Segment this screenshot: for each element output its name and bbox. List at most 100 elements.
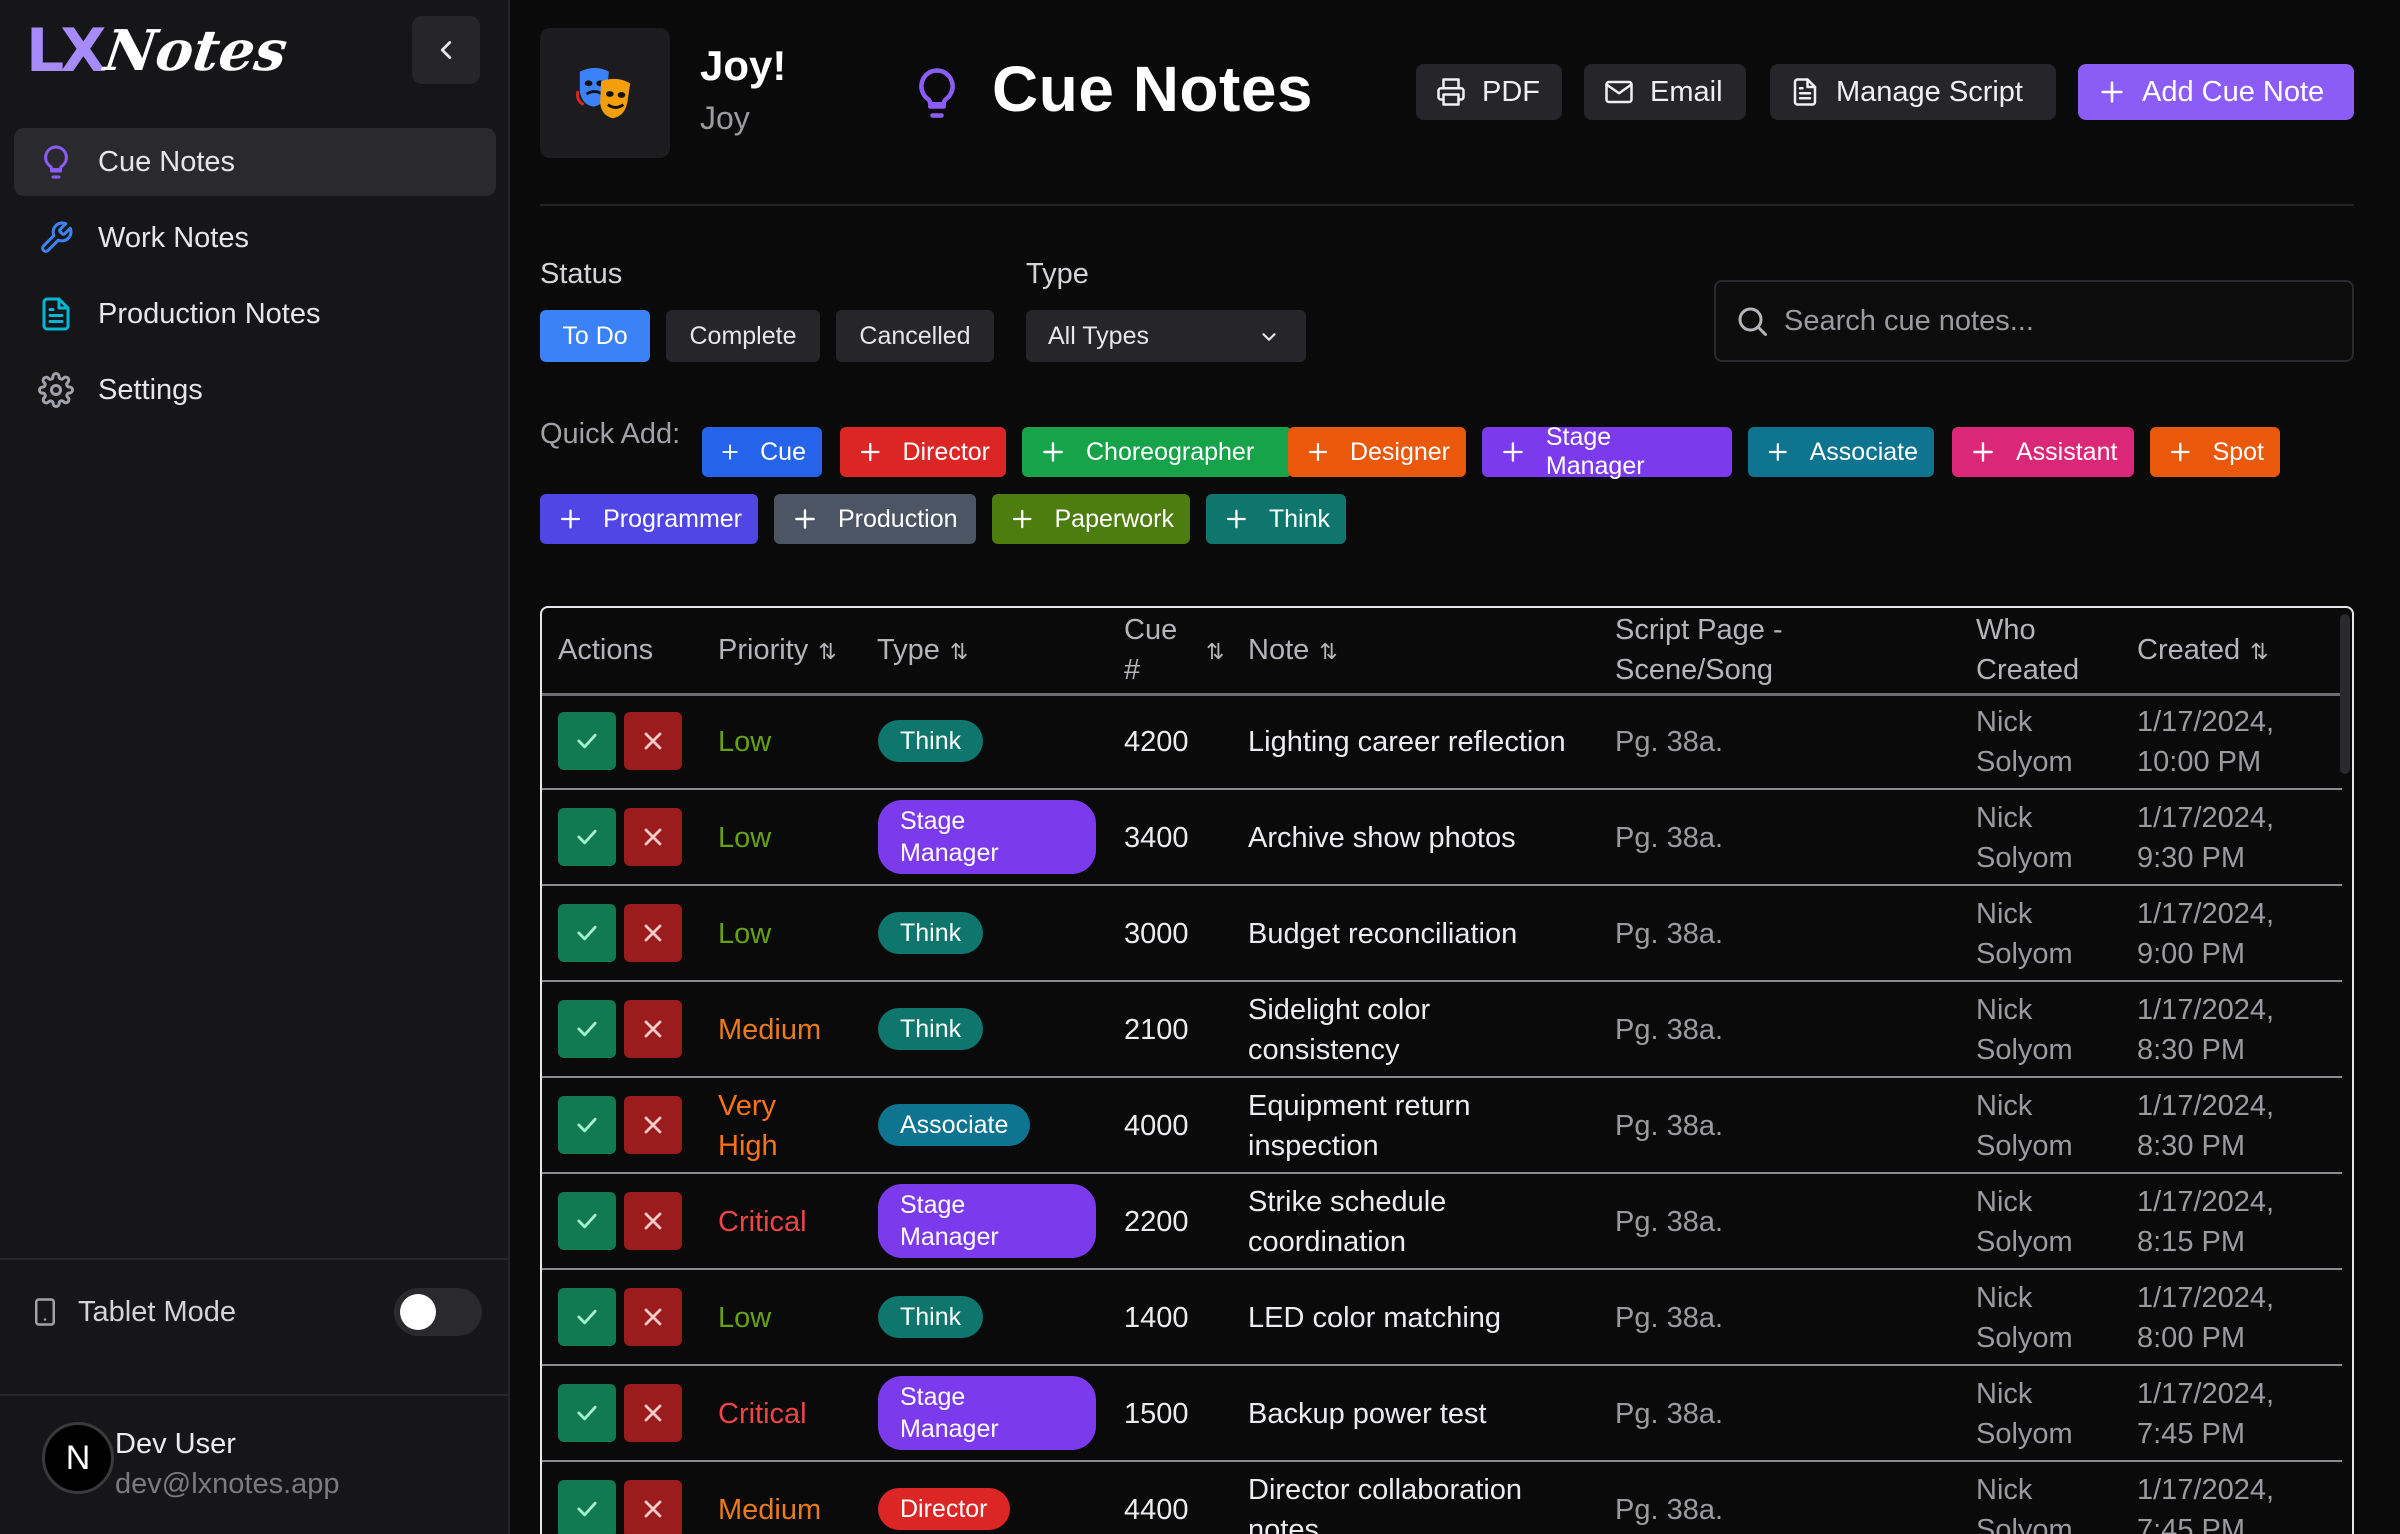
pdf-button[interactable]: PDF bbox=[1416, 64, 1562, 120]
theater-masks-icon bbox=[576, 67, 631, 119]
collapse-sidebar-button[interactable] bbox=[412, 16, 480, 84]
complete-button[interactable] bbox=[558, 712, 616, 770]
chevron-left-icon bbox=[440, 41, 452, 59]
plus-icon bbox=[2170, 442, 2190, 462]
quick-add-designer-button[interactable]: Designer bbox=[1288, 427, 1466, 477]
type-filter-select[interactable]: All Types bbox=[1026, 310, 1306, 362]
cancel-button[interactable] bbox=[624, 904, 682, 962]
plus-icon bbox=[1012, 509, 1032, 529]
quick-add-assistant-button[interactable]: Assistant bbox=[1952, 427, 2134, 477]
table-row[interactable]: Low Think 4200 Lighting career reflection Pg… bbox=[542, 694, 2342, 790]
note-line1: Strike schedule bbox=[1248, 1186, 1447, 1218]
table-row[interactable]: Very High Associate 4000 Equipment return ins… bbox=[542, 1078, 2342, 1174]
table-row[interactable]: Critical Stage Manager 1500 Backup power tes… bbox=[542, 1366, 2342, 1462]
email-button[interactable]: Email bbox=[1584, 64, 1746, 120]
cue-number: 2200 bbox=[1124, 1206, 1189, 1238]
manage-script-label: Manage Script bbox=[1836, 75, 2023, 108]
quick-add-cue-button[interactable]: Cue bbox=[702, 427, 822, 477]
note-line2: notes bbox=[1248, 1514, 1319, 1534]
close-icon bbox=[644, 1020, 662, 1038]
header-priority[interactable]: Priority ⇅ bbox=[718, 630, 837, 672]
table-row[interactable]: Low Stage Manager 3400 Archive show photos Pg… bbox=[542, 790, 2342, 886]
complete-button[interactable] bbox=[558, 1384, 616, 1442]
table-scrollbar[interactable] bbox=[2340, 614, 2350, 774]
search-input[interactable] bbox=[1784, 304, 2344, 338]
cancel-button[interactable] bbox=[624, 1192, 682, 1250]
table-row[interactable]: Critical Stage Manager 2200 Strike schedule c… bbox=[542, 1174, 2342, 1270]
note-line1: Director collaboration bbox=[1248, 1474, 1523, 1506]
table-row[interactable]: Medium Think 2100 Sidelight color consistenc… bbox=[542, 982, 2342, 1078]
chevron-down-icon bbox=[1262, 333, 1276, 341]
status-filter-todo[interactable]: To Do bbox=[540, 310, 650, 362]
type-badge: Stage Manager bbox=[878, 800, 1096, 874]
app-logo[interactable]: LX Notes bbox=[26, 8, 291, 94]
table-row[interactable]: Low Think 1400 LED color matching Pg. 38a. Ni… bbox=[542, 1270, 2342, 1366]
script-page: Pg. 38a. bbox=[1615, 918, 1724, 950]
who-created-line2: Solyom bbox=[1976, 938, 2073, 970]
quick-add-label: Think bbox=[1268, 504, 1330, 533]
printer-icon bbox=[1437, 78, 1465, 106]
complete-button[interactable] bbox=[558, 1096, 616, 1154]
email-button-label: Email bbox=[1650, 75, 1723, 108]
close-icon bbox=[644, 924, 662, 942]
cancel-button[interactable] bbox=[624, 1288, 682, 1346]
user-profile[interactable]: N Dev User dev@lxnotes.app bbox=[30, 1414, 490, 1510]
complete-button[interactable] bbox=[558, 1480, 616, 1534]
cancel-button[interactable] bbox=[624, 1480, 682, 1534]
quick-add-programmer-button[interactable]: Programmer bbox=[540, 494, 758, 544]
header-actions: Actions bbox=[558, 634, 654, 666]
complete-button[interactable] bbox=[558, 904, 616, 962]
cue-number: 4000 bbox=[1124, 1110, 1189, 1142]
table-row[interactable]: Medium Director 4400 Director collaboration… bbox=[542, 1462, 2342, 1534]
add-cue-note-button[interactable]: Add Cue Note bbox=[2078, 64, 2354, 120]
type-badge: Think bbox=[878, 720, 984, 762]
sidebar-item-label: Cue Notes bbox=[98, 145, 236, 178]
quick-add-production-button[interactable]: Production bbox=[774, 494, 976, 544]
plus-icon bbox=[1768, 443, 1787, 461]
quick-add-label: Associate bbox=[1809, 437, 1918, 466]
cancel-button[interactable] bbox=[624, 1384, 682, 1442]
sidebar-item-cue-notes[interactable]: Cue Notes bbox=[14, 128, 496, 196]
cancel-button[interactable] bbox=[624, 808, 682, 866]
quick-add-director-button[interactable]: Director bbox=[840, 427, 1006, 477]
quick-add-spot-button[interactable]: Spot bbox=[2150, 427, 2280, 477]
created-time: 9:30 PM bbox=[2137, 842, 2245, 874]
header-created[interactable]: Created ⇅ bbox=[2137, 630, 2269, 672]
quick-add-think-button[interactable]: Think bbox=[1206, 494, 1346, 544]
header-cue-line1[interactable]: Cue bbox=[1124, 610, 1177, 650]
sidebar: LX Notes Cue Notes Work Notes Production… bbox=[0, 0, 510, 1534]
quick-add-choreographer-button[interactable]: Choreographer bbox=[1022, 427, 1292, 477]
manage-script-button[interactable]: Manage Script bbox=[1770, 64, 2056, 120]
status-filter-cancelled[interactable]: Cancelled bbox=[836, 310, 994, 362]
plus-icon bbox=[1227, 509, 1246, 529]
header-type[interactable]: Type ⇅ bbox=[877, 630, 968, 672]
tablet-mode-toggle[interactable] bbox=[394, 1288, 482, 1336]
cancel-button[interactable] bbox=[624, 1096, 682, 1154]
complete-button[interactable] bbox=[558, 1192, 616, 1250]
quick-add-paperwork-button[interactable]: Paperwork bbox=[992, 494, 1190, 544]
quick-add-label: Cue bbox=[760, 437, 806, 466]
check-icon bbox=[577, 1405, 597, 1421]
cancel-button[interactable] bbox=[624, 712, 682, 770]
production-logo[interactable] bbox=[540, 28, 670, 158]
table-row[interactable]: Low Think 3000 Budget reconciliation Pg. 38a… bbox=[542, 886, 2342, 982]
sidebar-item-production-notes[interactable]: Production Notes bbox=[14, 280, 496, 348]
complete-button[interactable] bbox=[558, 1000, 616, 1058]
who-created-line1: Nick bbox=[1976, 1378, 2033, 1410]
complete-button[interactable] bbox=[558, 1288, 616, 1346]
complete-button[interactable] bbox=[558, 808, 616, 866]
cancel-button[interactable] bbox=[624, 1000, 682, 1058]
type-badge-line2: Manager bbox=[900, 1223, 999, 1251]
status-filter-complete[interactable]: Complete bbox=[666, 310, 820, 362]
who-created-line2: Solyom bbox=[1976, 746, 2073, 778]
quick-add-stage-manager-button[interactable]: Stage Manager bbox=[1482, 423, 1732, 480]
search-box bbox=[1714, 280, 2354, 362]
header-note[interactable]: Note ⇅ bbox=[1248, 630, 1338, 672]
sidebar-item-settings[interactable]: Settings bbox=[14, 356, 496, 424]
quick-add-associate-button[interactable]: Associate bbox=[1748, 427, 1934, 477]
sidebar-item-work-notes[interactable]: Work Notes bbox=[14, 204, 496, 272]
cue-number: 2100 bbox=[1124, 1014, 1189, 1046]
type-filter-value: All Types bbox=[1048, 321, 1149, 350]
cue-number: 3000 bbox=[1124, 918, 1189, 950]
sort-icon[interactable]: ⇅ bbox=[1196, 630, 1224, 672]
